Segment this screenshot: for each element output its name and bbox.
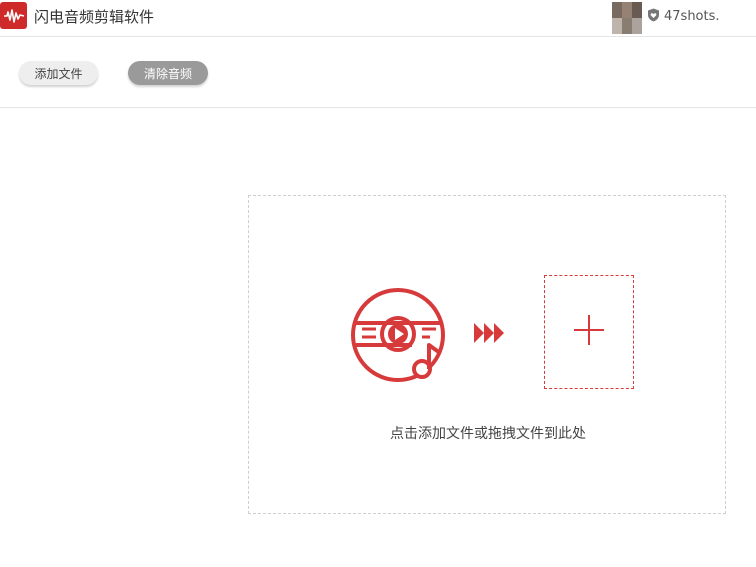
title-bar: 闪电音频剪辑软件 47shots.	[0, 0, 756, 37]
app-title: 闪电音频剪辑软件	[34, 8, 155, 26]
app-logo-icon	[0, 2, 27, 29]
avatar[interactable]	[612, 2, 642, 34]
drop-hint-text: 点击添加文件或拖拽文件到此处	[390, 426, 586, 442]
file-drop-zone[interactable]: 点击添加文件或拖拽文件到此处	[248, 195, 726, 514]
music-video-disc-icon	[350, 287, 446, 387]
clear-audio-button[interactable]: 清除音频	[128, 61, 208, 85]
username: 47shots.	[664, 9, 720, 24]
triple-arrow-right-icon	[473, 322, 505, 348]
user-info[interactable]: 47shots.	[647, 7, 720, 26]
plus-icon	[573, 314, 605, 350]
add-file-box[interactable]	[544, 275, 634, 389]
toolbar: 添加文件 清除音频	[0, 37, 756, 108]
shield-heart-icon	[647, 7, 660, 26]
add-file-button[interactable]: 添加文件	[19, 61, 98, 85]
